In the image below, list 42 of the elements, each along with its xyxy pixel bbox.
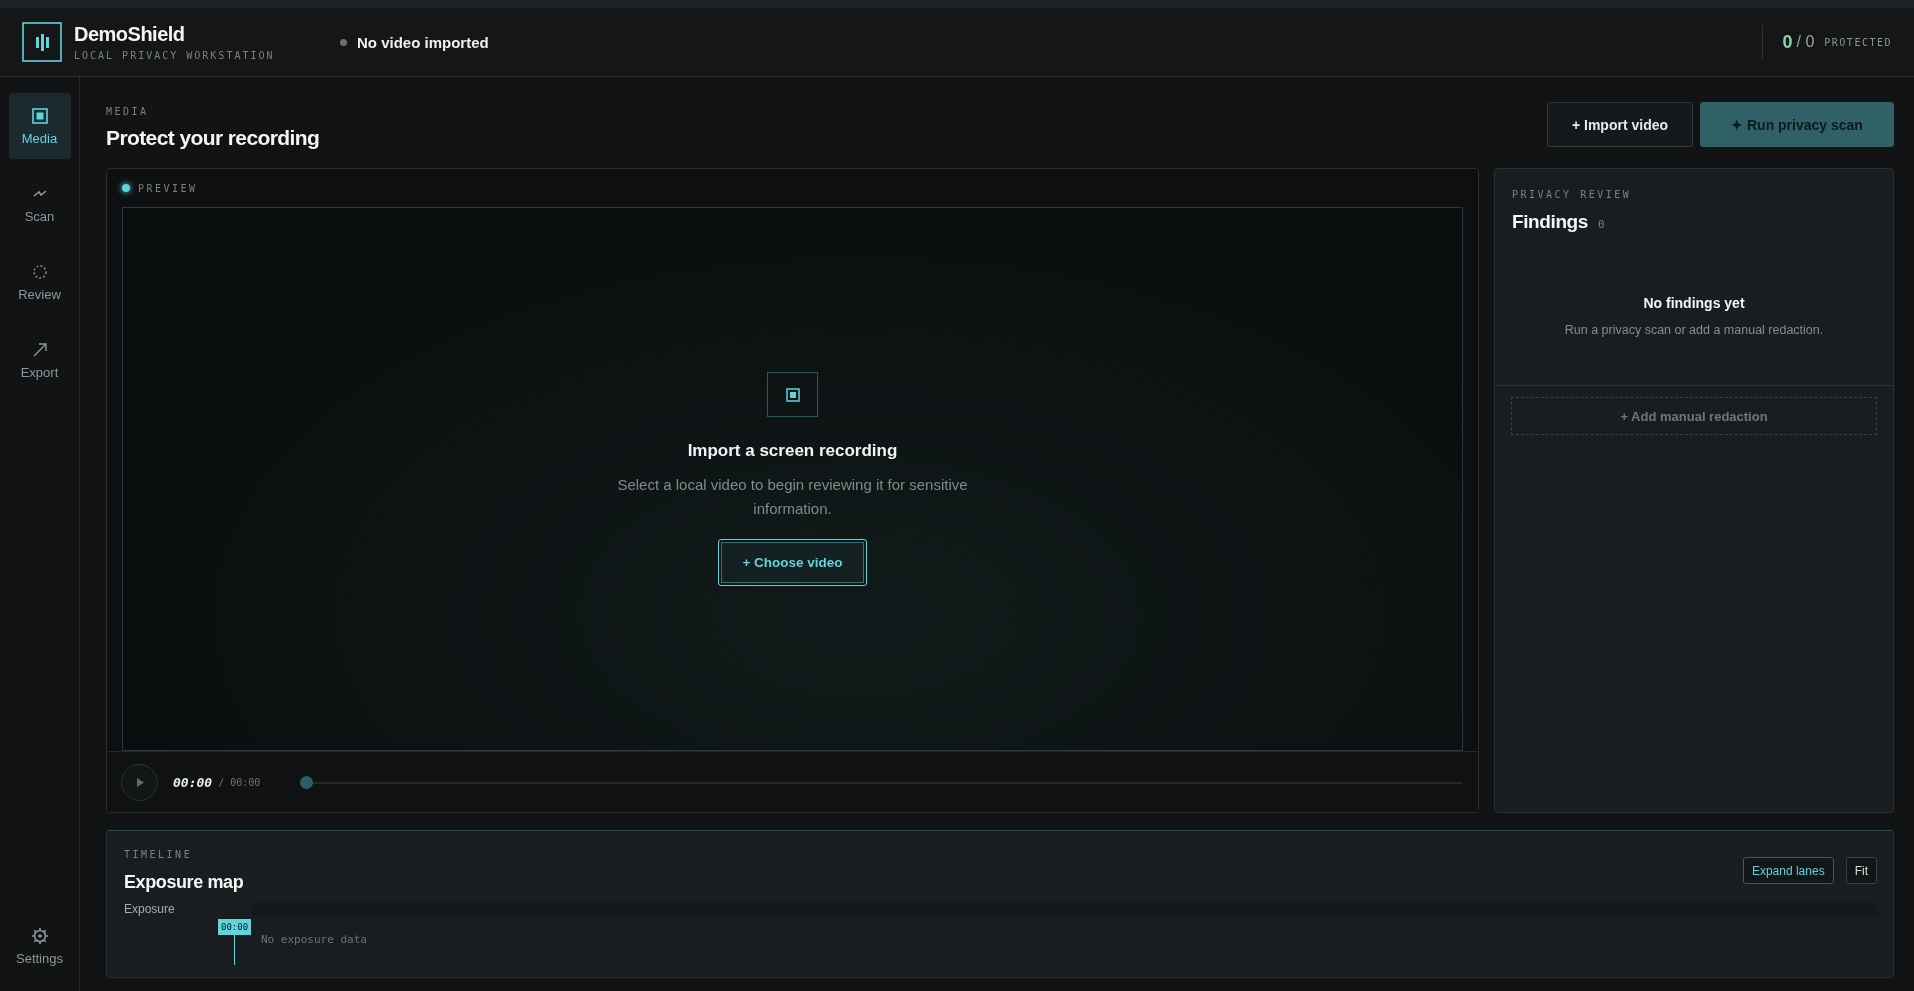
empty-title: Import a screen recording	[687, 441, 898, 461]
section-label: TIMELINE	[124, 849, 194, 860]
square-icon	[785, 387, 800, 402]
time-separator: /	[218, 776, 225, 788]
timeline-title: Exposure map	[124, 872, 244, 893]
choose-video-button[interactable]: + Choose video	[718, 539, 867, 586]
page-title: Protect your recording	[106, 126, 320, 150]
play-icon	[135, 777, 144, 787]
empty-text: No exposure data	[261, 933, 368, 946]
app-subtitle: LOCAL PRIVACY WORKSTATION	[74, 50, 275, 61]
dotted-circle-icon	[30, 262, 49, 281]
settings-icon	[30, 926, 49, 945]
empty-text: Select a local video to begin reviewing it for sensitive information.	[616, 475, 969, 519]
import-button[interactable]: + Import video	[1547, 102, 1693, 147]
add-redaction-button[interactable]: + Add manual redaction	[1511, 397, 1877, 435]
duration: 00:00	[230, 776, 261, 788]
seek-thumb[interactable]	[300, 775, 314, 789]
fit-button[interactable]: Fit	[1845, 857, 1877, 884]
lane-label: Exposure	[124, 901, 176, 918]
sidebar-item[interactable]: Media	[8, 93, 71, 159]
sidebar-item[interactable]: Export	[8, 327, 71, 393]
playhead[interactable]: 00:00	[218, 919, 252, 965]
logo-icon	[22, 22, 62, 62]
settings-item[interactable]: Settings	[8, 913, 71, 979]
status-text: No video imported	[357, 33, 489, 51]
app-name: DemoShield	[74, 23, 186, 46]
sidebar-item[interactable]: Scan	[8, 171, 71, 237]
current-time: 00:00	[173, 774, 213, 790]
section-label: PRIVACY REVIEW	[1512, 189, 1633, 200]
findings-title: Findings	[1512, 211, 1588, 233]
findings-count: 0	[1597, 218, 1605, 231]
protected-label: PROTECTED	[1824, 36, 1892, 48]
protected-total: / 0	[1796, 33, 1815, 51]
sidebar-item[interactable]: Review	[8, 249, 71, 315]
square-icon	[30, 106, 49, 125]
preview-label: PREVIEW	[138, 182, 198, 194]
protected-count: 0	[1782, 31, 1793, 53]
play-button[interactable]	[121, 763, 158, 801]
empty-title: No findings yet	[1643, 295, 1745, 311]
expand-button[interactable]: Expand lanes	[1742, 857, 1834, 884]
section-label: MEDIA	[106, 106, 150, 117]
empty-text: Run a privacy scan or add a manual redaction.	[1564, 323, 1824, 337]
